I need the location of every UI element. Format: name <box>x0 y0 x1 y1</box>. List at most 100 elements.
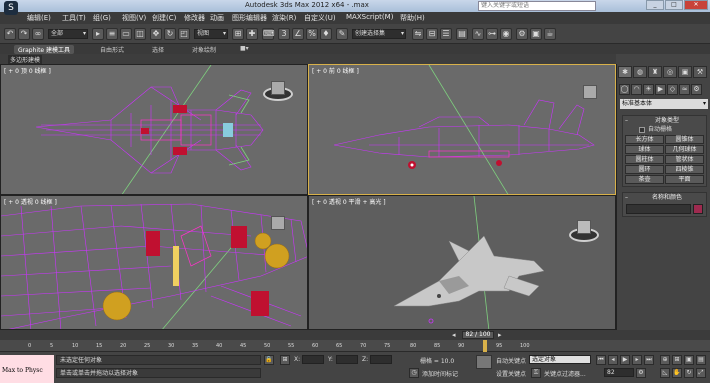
select-rotate-icon[interactable]: ↻ <box>164 28 176 40</box>
zoom-all-icon[interactable]: ⊞ <box>672 355 682 365</box>
display-tab-icon[interactable]: ▣ <box>678 66 692 78</box>
selection-filter-dropdown[interactable]: 全部 ▾ <box>48 29 88 39</box>
absolute-mode-icon[interactable]: ⊞ <box>280 355 290 365</box>
viewport-label[interactable]: [ + 0 顶 0 线框 ] <box>4 66 51 75</box>
time-next-icon[interactable]: ▸ <box>498 331 502 339</box>
close-button[interactable]: ✕ <box>684 0 708 10</box>
cylinder-button[interactable]: 圆柱体 <box>625 155 664 164</box>
menu-create[interactable]: 创建(C) <box>152 13 176 23</box>
schematic-view-icon[interactable]: ⊶ <box>486 28 498 40</box>
set-key-button[interactable]: 设置关键点 <box>496 369 526 378</box>
zoom-extents-all-icon[interactable]: ▤ <box>696 355 706 365</box>
layer-manager-icon[interactable]: ☰ <box>440 28 452 40</box>
orbit-icon[interactable]: ↻ <box>684 368 694 378</box>
menu-customize[interactable]: 自定义(U) <box>304 13 336 23</box>
graphite-toggle-icon[interactable]: ▤ <box>456 28 468 40</box>
tab-selection[interactable]: 选择 <box>152 45 164 54</box>
menu-modifiers[interactable]: 修改器 <box>184 13 205 23</box>
menu-group[interactable]: 组(G) <box>93 13 111 23</box>
key-filters-button[interactable]: 关键点过滤器... <box>544 369 586 378</box>
rendered-frame-icon[interactable]: ▣ <box>530 28 542 40</box>
render-icon[interactable]: ☕ <box>544 28 556 40</box>
tube-button[interactable]: 管状体 <box>665 155 704 164</box>
curve-editor-icon[interactable]: ∿ <box>472 28 484 40</box>
minimize-button[interactable]: _ <box>646 0 664 10</box>
menu-edit[interactable]: 编辑(E) <box>27 13 51 23</box>
menu-help[interactable]: 帮助(H) <box>400 13 425 23</box>
window-crossing-icon[interactable]: ◫ <box>134 28 146 40</box>
viewport-perspective-wire[interactable]: [ + 0 透视 0 线框 ] <box>0 195 308 330</box>
tab-graphite-modeling[interactable]: Graphite 建模工具 <box>14 45 75 54</box>
edit-named-selection-icon[interactable]: ✎ <box>336 28 348 40</box>
rollout-title[interactable]: – 名称和颜色 <box>623 193 706 202</box>
keyboard-shortcut-icon[interactable]: ⌨ <box>262 28 275 40</box>
undo-icon[interactable]: ↶ <box>4 28 16 40</box>
y-coord-field[interactable] <box>336 355 358 364</box>
select-manipulate-icon[interactable]: ✚ <box>246 28 258 40</box>
menu-graph-editors[interactable]: 图形编辑器 <box>232 13 267 23</box>
hierarchy-tab-icon[interactable]: ♜ <box>648 66 662 78</box>
modify-tab-icon[interactable]: ◍ <box>633 66 647 78</box>
viewport-label[interactable]: [ + 0 透视 0 平滑 + 高光 ] <box>312 197 386 206</box>
viewcube-icon[interactable] <box>271 81 285 95</box>
select-scale-icon[interactable]: ◰ <box>178 28 190 40</box>
viewport-label[interactable]: [ + 0 前 0 线框 ] <box>312 66 359 75</box>
time-config-icon[interactable]: ⚙ <box>636 368 646 378</box>
systems-icon[interactable]: ⚙ <box>691 84 702 95</box>
zoom-icon[interactable]: ⊕ <box>660 355 670 365</box>
viewport-front[interactable]: [ + 0 前 0 线框 ] <box>308 64 616 195</box>
play-icon[interactable]: ▶ <box>620 355 630 365</box>
time-slider[interactable]: 82 / 100 <box>462 331 494 339</box>
percent-snap-icon[interactable]: % <box>306 28 318 40</box>
viewcube-icon[interactable] <box>271 216 285 230</box>
geometry-icon[interactable]: ◯ <box>619 84 630 95</box>
field-of-view-icon[interactable]: ◺ <box>660 368 670 378</box>
polygon-modeling-panel[interactable]: 多边形建模 <box>8 55 43 64</box>
cone-button[interactable]: 圆锥体 <box>665 135 704 144</box>
menu-tools[interactable]: 工具(T) <box>62 13 86 23</box>
maximize-button[interactable]: □ <box>665 0 683 10</box>
goto-start-icon[interactable]: ⏮ <box>596 355 606 365</box>
material-editor-icon[interactable]: ◉ <box>500 28 512 40</box>
viewcube-icon[interactable] <box>583 85 597 99</box>
rectangle-select-icon[interactable]: ▭ <box>120 28 132 40</box>
mirror-icon[interactable]: ⇋ <box>412 28 424 40</box>
menu-rendering[interactable]: 渲染(R) <box>272 13 296 23</box>
next-frame-icon[interactable]: ▸ <box>632 355 642 365</box>
viewcube-icon[interactable] <box>577 220 591 234</box>
rollout-title[interactable]: – 对象类型 <box>623 116 706 125</box>
geometry-category-dropdown[interactable]: 标准基本体 ▾ <box>620 99 708 109</box>
align-icon[interactable]: ⊟ <box>426 28 438 40</box>
x-coord-field[interactable] <box>302 355 324 364</box>
app-logo-icon[interactable]: S <box>4 1 18 15</box>
space-warps-icon[interactable]: ≈ <box>679 84 690 95</box>
box-button[interactable]: 长方体 <box>625 135 664 144</box>
cameras-icon[interactable]: ▶ <box>655 84 666 95</box>
set-key-icon[interactable] <box>476 355 492 369</box>
viewport-top[interactable]: [ + 0 顶 0 线框 ] <box>0 64 308 195</box>
render-setup-icon[interactable]: ⚙ <box>516 28 528 40</box>
time-slider-bar[interactable]: ◂ 82 / 100 ▸ <box>0 330 710 340</box>
goto-end-icon[interactable]: ⏭ <box>644 355 654 365</box>
spinner-snap-icon[interactable]: ♦ <box>320 28 332 40</box>
select-link-icon[interactable]: ∞ <box>32 28 44 40</box>
track-bar[interactable]: 0 5 10 15 20 25 30 35 40 45 50 55 60 65 … <box>0 340 710 352</box>
menu-animation[interactable]: 动画 <box>210 13 224 23</box>
pan-icon[interactable]: ✋ <box>672 368 682 378</box>
autogrid-checkbox[interactable]: 自动栅格 <box>639 125 706 134</box>
select-object-icon[interactable]: ▸ <box>92 28 104 40</box>
snap-3d-icon[interactable]: 3 <box>278 28 290 40</box>
pyramid-button[interactable]: 四棱锥 <box>665 165 704 174</box>
create-tab-icon[interactable]: ✱ <box>618 66 632 78</box>
geosphere-button[interactable]: 几何球体 <box>665 145 704 154</box>
add-time-tag[interactable]: 添加时间标记 <box>422 369 458 378</box>
ribbon-options-icon[interactable]: ■▾ <box>240 45 249 52</box>
torus-button[interactable]: 圆环 <box>625 165 664 174</box>
select-by-name-icon[interactable]: ≡ <box>106 28 118 40</box>
zoom-extents-icon[interactable]: ▣ <box>684 355 694 365</box>
object-name-input[interactable] <box>626 204 691 214</box>
time-tag-icon[interactable]: ◷ <box>409 368 419 378</box>
teapot-button[interactable]: 茶壶 <box>625 175 664 184</box>
menu-maxscript[interactable]: MAXScript(M) <box>346 13 393 21</box>
maxscript-listener[interactable]: Max to Physc <box>0 355 54 383</box>
